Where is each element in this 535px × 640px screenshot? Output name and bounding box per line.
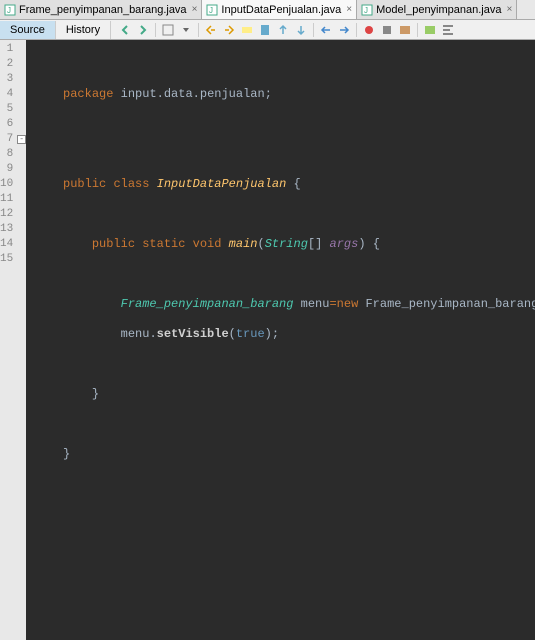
code-editor[interactable]: 1 2 3 4 5 6 7 8 9 10 11 12 13 14 15 - pa… (0, 40, 535, 640)
svg-text:J: J (7, 6, 11, 15)
line-number: 9 (0, 162, 13, 177)
toggle-bookmark-icon[interactable] (257, 22, 273, 38)
find-prev-icon[interactable] (203, 22, 219, 38)
prev-bookmark-icon[interactable] (275, 22, 291, 38)
uncomment-icon[interactable] (422, 22, 438, 38)
java-icon: J (4, 4, 16, 16)
next-bookmark-icon[interactable] (293, 22, 309, 38)
comment-icon[interactable] (397, 22, 413, 38)
dropdown-icon[interactable] (178, 22, 194, 38)
format-icon[interactable] (440, 22, 456, 38)
shift-left-icon[interactable] (318, 22, 334, 38)
java-icon: J (361, 4, 373, 16)
line-number: 3 (0, 72, 13, 87)
subtab-source[interactable]: Source (0, 21, 56, 39)
close-icon[interactable]: × (507, 4, 513, 15)
macro-stop-icon[interactable] (379, 22, 395, 38)
line-number: 8 (0, 147, 13, 162)
line-number: 6 (0, 117, 13, 132)
tab-label: Frame_penyimpanan_barang.java (19, 4, 187, 16)
line-number: 15 (0, 252, 13, 267)
tab-label: Model_penyimpanan.java (376, 4, 501, 16)
nav-forward-icon[interactable] (135, 22, 151, 38)
svg-text:J: J (209, 6, 213, 15)
line-gutter: 1 2 3 4 5 6 7 8 9 10 11 12 13 14 15 (0, 40, 17, 640)
subtab-history[interactable]: History (56, 21, 111, 39)
svg-text:J: J (364, 6, 368, 15)
line-number: 7 (0, 132, 13, 147)
macro-record-icon[interactable] (361, 22, 377, 38)
line-number: 11 (0, 192, 13, 207)
line-number: 5 (0, 102, 13, 117)
fold-toggle-icon[interactable]: - (17, 135, 26, 144)
highlight-icon[interactable] (239, 22, 255, 38)
tab-frame-penyimpanan[interactable]: J Frame_penyimpanan_barang.java × (0, 0, 202, 19)
editor-tabs: J Frame_penyimpanan_barang.java × J Inpu… (0, 0, 535, 20)
find-next-icon[interactable] (221, 22, 237, 38)
line-number: 1 (0, 42, 13, 57)
line-number: 14 (0, 237, 13, 252)
selection-icon[interactable] (160, 22, 176, 38)
line-number: 4 (0, 87, 13, 102)
editor-toolbar (111, 22, 456, 38)
line-number: 12 (0, 207, 13, 222)
line-number: 2 (0, 57, 13, 72)
nav-back-icon[interactable] (117, 22, 133, 38)
shift-right-icon[interactable] (336, 22, 352, 38)
fold-column: - (17, 40, 26, 640)
line-number: 13 (0, 222, 13, 237)
close-icon[interactable]: × (192, 4, 198, 15)
editor-subtabs: Source History (0, 20, 535, 40)
tab-label: InputDataPenjualan.java (221, 4, 341, 16)
close-icon[interactable]: × (346, 4, 352, 15)
tab-input-data-penjualan[interactable]: J InputDataPenjualan.java × (202, 0, 357, 19)
java-icon: J (206, 4, 218, 16)
tab-model-penyimpanan[interactable]: J Model_penyimpanan.java × (357, 0, 517, 19)
code-area[interactable]: package input.data.penjualan; public cla… (26, 40, 535, 640)
line-number: 10 (0, 177, 13, 192)
